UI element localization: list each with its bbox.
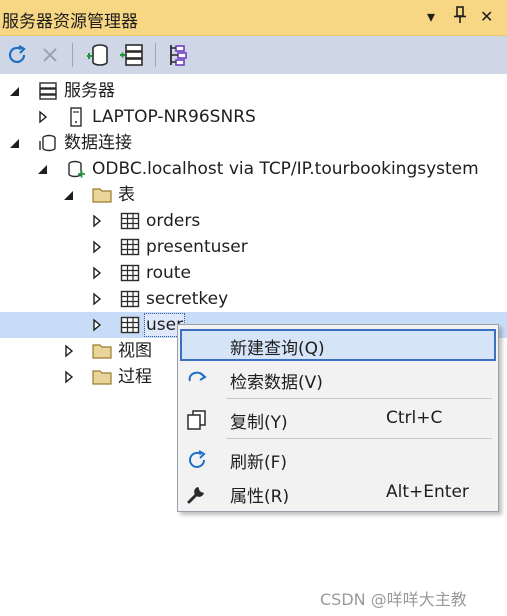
menu-item-new-query[interactable]: 新建查询(Q) <box>180 329 496 361</box>
table-icon <box>120 263 140 283</box>
tree-node-label: 视图 <box>118 341 152 361</box>
tree-node-table[interactable]: route <box>0 260 507 286</box>
collapsed-arrow-icon[interactable] <box>36 109 50 125</box>
window-options-dropdown-icon[interactable]: ▾ <box>427 6 435 28</box>
menu-item-copy[interactable]: 复制(Y) Ctrl+C <box>180 403 496 435</box>
expanded-arrow-icon[interactable] <box>8 135 22 151</box>
collapsed-arrow-icon[interactable] <box>90 265 104 281</box>
menu-item-retrieve-data[interactable]: 检索数据(V) <box>180 363 496 395</box>
menu-item-properties[interactable]: 属性(R) Alt+Enter <box>180 477 496 509</box>
collapsed-arrow-icon[interactable] <box>62 369 76 385</box>
menu-item-label: 检索数据(V) <box>230 373 323 393</box>
tree-node-data-connections[interactable]: 数据连接 <box>0 130 507 156</box>
stop-icon[interactable] <box>36 41 64 69</box>
wrench-icon <box>186 483 208 505</box>
collapsed-arrow-icon[interactable] <box>90 239 104 255</box>
menu-item-shortcut: Ctrl+C <box>386 408 443 428</box>
data-connections-icon <box>38 133 58 153</box>
tree-node-label: ODBC.localhost via TCP/IP.tourbookingsys… <box>92 159 479 179</box>
tree-node-label: LAPTOP-NR96SNRS <box>92 107 256 127</box>
sharepoint-icon[interactable] <box>166 41 194 69</box>
database-connection-icon <box>66 159 86 179</box>
servers-icon <box>38 81 58 101</box>
context-menu: 新建查询(Q) 检索数据(V) 复制(Y) Ctrl+C 刷新(F) 属性(R)… <box>177 324 499 512</box>
collapsed-arrow-icon[interactable] <box>90 213 104 229</box>
watermark: CSDN @咩咩大主教 <box>320 590 467 609</box>
tree-node-label: secretkey <box>146 289 229 309</box>
refresh-icon <box>186 449 208 471</box>
tree-node-servers[interactable]: 服务器 <box>0 78 507 104</box>
folder-icon <box>92 341 112 361</box>
folder-icon <box>92 185 112 205</box>
tree-node-tables-folder[interactable]: 表 <box>0 182 507 208</box>
menu-separator <box>226 398 492 399</box>
refresh-icon[interactable] <box>3 41 31 69</box>
tree-node-label: route <box>146 263 191 283</box>
table-icon <box>120 237 140 257</box>
computer-icon <box>66 107 86 127</box>
tree-node-label: orders <box>146 211 201 231</box>
tree-node-server-machine[interactable]: LAPTOP-NR96SNRS <box>0 104 507 130</box>
copy-icon <box>186 409 208 431</box>
tree-node-table[interactable]: orders <box>0 208 507 234</box>
tree-node-label: 过程 <box>118 367 152 387</box>
toolbar <box>0 36 507 74</box>
table-icon <box>120 315 140 335</box>
toolbar-separator <box>72 43 73 67</box>
menu-item-label: 刷新(F) <box>230 453 288 473</box>
collapsed-arrow-icon[interactable] <box>90 317 104 333</box>
menu-item-label: 新建查询(Q) <box>230 339 325 359</box>
menu-item-label: 属性(R) <box>230 487 290 507</box>
tree-node-label: 服务器 <box>64 81 115 101</box>
tool-window-title-bar: 服务器资源管理器 ▾ ✕ <box>0 0 507 36</box>
tree-node-connection[interactable]: ODBC.localhost via TCP/IP.tourbookingsys… <box>0 156 507 182</box>
tree-node-label: 表 <box>118 185 135 205</box>
table-icon <box>120 289 140 309</box>
tree-node-table[interactable]: presentuser <box>0 234 507 260</box>
menu-item-refresh[interactable]: 刷新(F) <box>180 443 496 475</box>
tree-node-table[interactable]: secretkey <box>0 286 507 312</box>
collapsed-arrow-icon[interactable] <box>90 291 104 307</box>
retrieve-arrow-icon <box>186 369 208 391</box>
menu-item-shortcut: Alt+Enter <box>386 482 469 502</box>
toolbar-separator <box>155 43 156 67</box>
table-icon <box>120 211 140 231</box>
tree-node-label: 数据连接 <box>64 133 132 153</box>
tree-node-label: presentuser <box>146 237 248 257</box>
folder-icon <box>92 367 112 387</box>
expanded-arrow-icon[interactable] <box>62 187 76 203</box>
collapsed-arrow-icon[interactable] <box>62 343 76 359</box>
menu-item-label: 复制(Y) <box>230 413 288 433</box>
expanded-arrow-icon[interactable] <box>36 161 50 177</box>
window-title: 服务器资源管理器 <box>2 12 138 32</box>
expanded-arrow-icon[interactable] <box>8 83 22 99</box>
menu-separator <box>226 438 492 439</box>
connect-to-database-icon[interactable] <box>84 41 112 69</box>
close-icon[interactable]: ✕ <box>480 6 493 28</box>
pin-icon[interactable] <box>453 6 467 30</box>
connect-to-server-icon[interactable] <box>118 41 146 69</box>
